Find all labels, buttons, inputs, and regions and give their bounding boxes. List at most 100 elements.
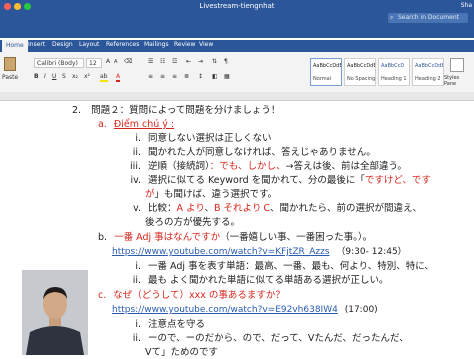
tab-layout[interactable]: Layout — [79, 41, 99, 48]
share-button[interactable]: Sha — [461, 2, 472, 9]
style-name: Heading 2 — [415, 76, 441, 82]
list-number: ii. — [132, 333, 141, 344]
webcam-overlay — [22, 270, 88, 355]
list-number: i. — [135, 261, 141, 272]
justify-icon[interactable]: ≣ — [184, 73, 189, 80]
compare-b: B それより — [214, 203, 262, 214]
list-text: Vて」ためのです — [145, 347, 218, 358]
list-number: ii. — [132, 147, 141, 158]
align-center-icon[interactable]: ≡ — [160, 73, 165, 80]
increase-indent-icon[interactable]: ⇥ — [198, 58, 203, 65]
clear-format-icon[interactable]: ⌫ — [124, 58, 132, 65]
align-right-icon[interactable]: ≡ — [172, 73, 177, 80]
list-number: iii. — [130, 161, 141, 172]
borders-icon[interactable]: ▦ — [224, 73, 230, 80]
tab-mailings[interactable]: Mailings — [144, 41, 169, 48]
list-item-b-ii: ii. 最も よく聞かれた単語に似てる単語ある選択が正しい。 — [125, 275, 389, 287]
tab-references[interactable]: References — [106, 41, 139, 48]
line-spacing-icon[interactable]: ↕ — [198, 73, 203, 80]
tab-insert[interactable]: Insert — [28, 41, 45, 48]
style-sample: AaBbCcD — [381, 63, 405, 69]
tab-view[interactable]: View — [199, 41, 213, 48]
list-text: 一番 Adj 事を表す単語：最高、一番、最も、何より、特別、特に、 — [148, 261, 434, 272]
tab-home[interactable]: Home — [2, 40, 28, 52]
bullets-icon[interactable]: ☰ — [148, 58, 153, 65]
numbering-icon[interactable]: ☷ — [160, 58, 165, 65]
tab-review[interactable]: Review — [174, 41, 195, 48]
list-item-b-i: i. 一番 Adj 事を表す単語：最高、一番、最も、何より、特別、特に、 — [125, 261, 434, 273]
sort-icon[interactable]: ⇅ — [212, 58, 217, 65]
multilevel-list-icon[interactable]: ☲ — [172, 58, 177, 65]
list-item-c: c. なぜ（どうして）xxx の事あるますか？ — [98, 290, 285, 302]
style-heading-2[interactable]: AaBbCcDdE Heading 2 — [412, 58, 444, 86]
list-item-2: 2. 問題２：質問によって問題を分けましょう！ — [72, 105, 280, 117]
title-bar: Livestream-tiengnhat ⌕ Search in Documen… — [0, 0, 474, 38]
style-name: No Spacing — [347, 76, 375, 82]
list-text: 同意しない選択は正しくない — [148, 133, 272, 144]
list-text: Điểm chú ý : — [113, 119, 175, 130]
font-size-value: 12 — [89, 60, 97, 67]
list-text: 選択に似てる Keyword を聞かれて、分の最後に「 — [148, 175, 365, 186]
search-document-field[interactable]: ⌕ Search in Document — [388, 13, 468, 23]
style-sample: AaBbCcDdEe — [347, 63, 375, 69]
bold-icon[interactable]: B — [34, 73, 39, 80]
search-icon: ⌕ — [390, 14, 394, 21]
styles-pane-icon[interactable] — [450, 58, 464, 72]
list-item-a-iv-cont: が」も聞けば、違う選択です。 — [145, 189, 277, 201]
underline-icon[interactable]: U — [52, 73, 56, 80]
compare-sep: 、 — [204, 203, 215, 214]
list-text: 逆順（接続詞） — [148, 161, 210, 172]
list-text: 聞かれた人が同意しなければ、答えじゃありません。 — [148, 147, 376, 158]
horizontal-ruler[interactable] — [0, 92, 474, 101]
style-normal[interactable]: AaBbCcDdEe Normal — [310, 58, 342, 86]
video-link[interactable]: https://www.youtube.com/watch?v=KFjtZR_A… — [112, 247, 330, 257]
styles-pane-button[interactable]: Styles Pane — [444, 75, 472, 87]
font-size-select[interactable]: 12 — [86, 58, 102, 68]
font-color-icon[interactable]: A — [116, 73, 121, 82]
list-number: c. — [98, 290, 107, 301]
search-placeholder: Search in Document — [398, 14, 459, 21]
list-text-tail: （一番嬉しい事、一番困った事。）。 — [220, 232, 373, 243]
list-item-a-v-cont: 後ろの方が優先する。 — [145, 217, 240, 229]
grow-font-icon[interactable]: A — [106, 58, 110, 65]
paste-button[interactable]: Paste — [2, 74, 18, 81]
decrease-indent-icon[interactable]: ⇤ — [186, 58, 191, 65]
list-item-a-ii: ii. 聞かれた人が同意しなければ、答えじゃありません。 — [125, 147, 376, 159]
show-formatting-icon[interactable]: ¶ — [224, 58, 228, 65]
style-no-spacing[interactable]: AaBbCcDdEe No Spacing — [344, 58, 376, 86]
video-timestamp: （9:30- 12:45） — [336, 247, 407, 257]
list-number: iv. — [130, 175, 141, 186]
ribbon-toolbar: Paste Calibri (Body) 12 A A ⌫ B I U S x₂… — [0, 52, 474, 93]
list-item-c-ii-cont: Vて」ためのです — [145, 347, 218, 359]
video-link[interactable]: https://www.youtube.com/watch?v=E92vh638… — [112, 305, 338, 315]
list-item-a-iii: iii. 逆順（接続詞）：でも、しかし、→答えは後、前は全部違う。 — [125, 161, 407, 173]
italic-icon[interactable]: I — [44, 73, 46, 80]
tab-design[interactable]: Design — [52, 41, 73, 48]
highlight-icon[interactable]: ab — [100, 73, 108, 82]
list-text: 最も よく聞かれた単語に似てる単語ある選択が正しい。 — [148, 275, 389, 286]
align-left-icon[interactable]: ≡ — [148, 73, 153, 80]
list-item-a: a. Điểm chú ý : — [98, 119, 174, 131]
paste-icon[interactable] — [4, 57, 16, 71]
list-text: 後ろの方が優先する。 — [145, 217, 241, 228]
font-name-value: Calibri (Body) — [37, 60, 78, 67]
font-name-select[interactable]: Calibri (Body) — [34, 58, 84, 68]
shading-icon[interactable]: ◧ — [212, 73, 218, 80]
list-text-highlight: が — [145, 189, 155, 200]
list-text-highlight: ですけど、です — [364, 175, 431, 186]
subscript-icon[interactable]: x₂ — [72, 73, 78, 80]
strikethrough-icon[interactable]: S — [62, 73, 66, 80]
presenter-video-frame — [22, 270, 88, 355]
list-text-highlight: ：でも、しかし、 — [209, 161, 286, 172]
list-number: ii. — [132, 275, 141, 286]
superscript-icon[interactable]: x² — [84, 73, 90, 80]
list-text-tail: 」も聞けば、違う選択です。 — [154, 189, 278, 200]
list-item-a-v: v. 比較：A より、B それより C、聞かれたら、前の選択が間違え、 — [125, 203, 422, 215]
list-item-c-i: i. 注意点を守る — [125, 319, 205, 331]
list-item-a-iv: iv. 選択に似てる Keyword を聞かれて、分の最後に「ですけど、です — [125, 175, 431, 187]
document-title: Livestream-tiengnhat — [199, 2, 275, 10]
shrink-font-icon[interactable]: A — [114, 59, 117, 65]
style-heading-1[interactable]: AaBbCcD Heading 1 — [378, 58, 410, 86]
list-text: ーので、ーのだから、ので、だって、Vたんだ、だったんだ、 — [148, 333, 409, 344]
compare-a: A より — [176, 203, 205, 214]
